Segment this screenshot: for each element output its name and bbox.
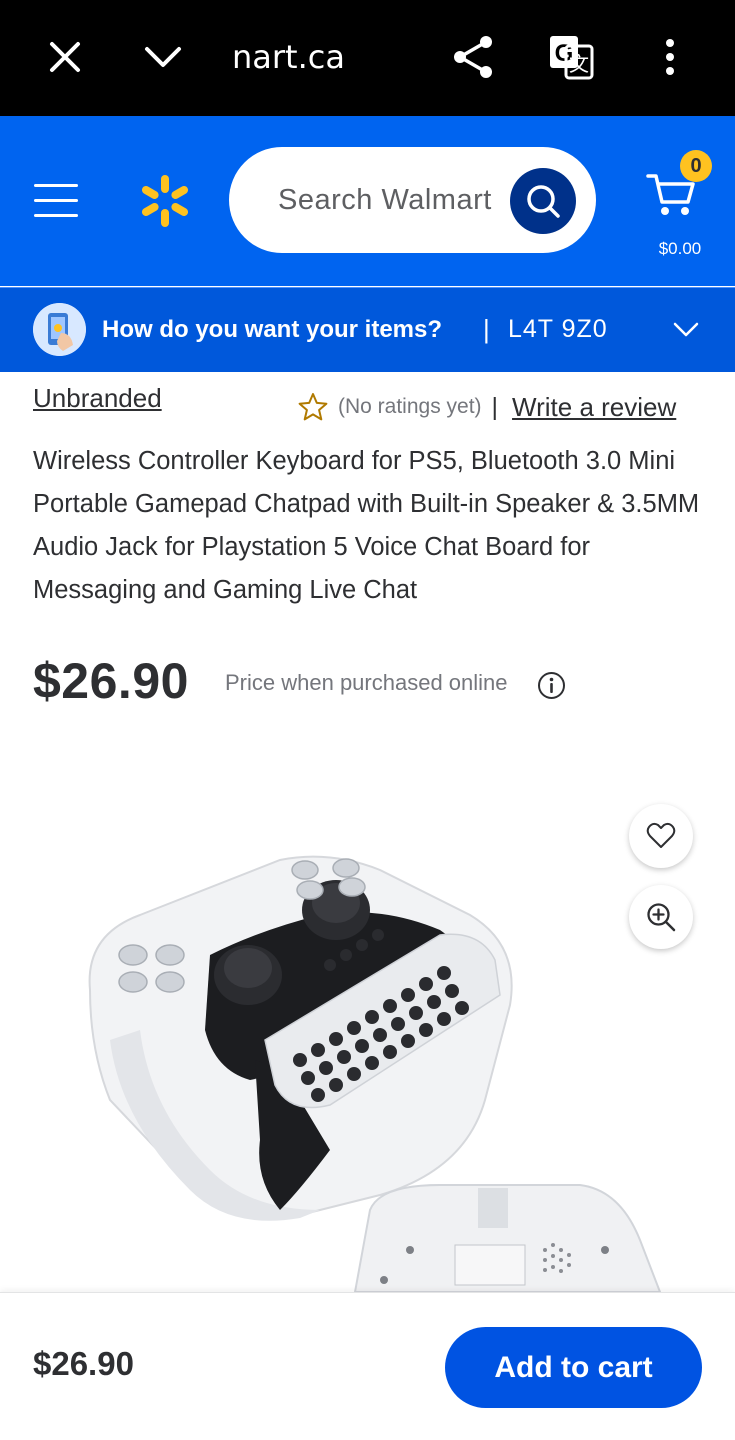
url-text[interactable]: nart.ca	[232, 38, 345, 76]
chevron-down-icon[interactable]	[672, 316, 700, 344]
translate-icon[interactable]: G文	[547, 33, 595, 81]
share-icon[interactable]	[449, 33, 497, 81]
cart-total: $0.00	[658, 239, 702, 258]
search-button[interactable]	[510, 168, 576, 234]
write-review-link[interactable]: Write a review	[512, 392, 676, 423]
product-title: Wireless Controller Keyboard for PS5, Bl…	[33, 447, 700, 604]
heart-icon	[646, 822, 676, 848]
walmart-spark-logo[interactable]	[136, 172, 194, 230]
favorite-button[interactable]	[629, 804, 693, 868]
rating-row: (No ratings yet) | Write a review	[298, 387, 676, 427]
product-image-carousel[interactable]	[0, 740, 735, 1292]
more-vertical-icon[interactable]	[646, 33, 694, 81]
delivery-phone-icon	[33, 303, 86, 356]
delivery-question: How do you want your items?	[102, 316, 443, 343]
close-icon[interactable]	[41, 33, 89, 81]
site-header: Search Walmart 0 $0.00	[0, 116, 735, 286]
price-note: Price when purchased online	[225, 670, 508, 695]
search-input[interactable]: Search Walmart	[229, 147, 596, 253]
star-icon	[298, 393, 328, 421]
search-icon	[527, 185, 560, 218]
sticky-price: $26.90	[33, 1345, 134, 1382]
info-icon[interactable]	[537, 671, 566, 700]
ratings-text: (No ratings yet)	[338, 395, 482, 418]
search-placeholder: Search Walmart	[278, 184, 492, 216]
delivery-separator: |	[483, 314, 490, 344]
cart-count-badge: 0	[680, 150, 712, 182]
menu-icon[interactable]	[34, 184, 80, 218]
chevron-down-icon[interactable]	[139, 33, 187, 81]
postal-code: L4T 9Z0	[508, 315, 608, 343]
product-price: $26.90	[33, 653, 189, 709]
browser-toolbar: nart.ca G文	[0, 0, 735, 116]
svg-text:文: 文	[569, 52, 589, 76]
brand-link[interactable]: Unbranded	[33, 383, 162, 414]
delivery-selector[interactable]: How do you want your items? | L4T 9Z0	[0, 287, 735, 372]
product-image	[88, 855, 662, 1292]
add-to-cart-button[interactable]: Add to cart	[445, 1327, 702, 1408]
cart-button[interactable]: 0 $0.00	[644, 150, 714, 260]
zoom-in-icon	[647, 903, 676, 932]
zoom-button[interactable]	[629, 885, 693, 949]
sticky-cart-bar: $26.90 Add to cart	[0, 1292, 735, 1440]
ratings-separator: |	[491, 392, 499, 421]
